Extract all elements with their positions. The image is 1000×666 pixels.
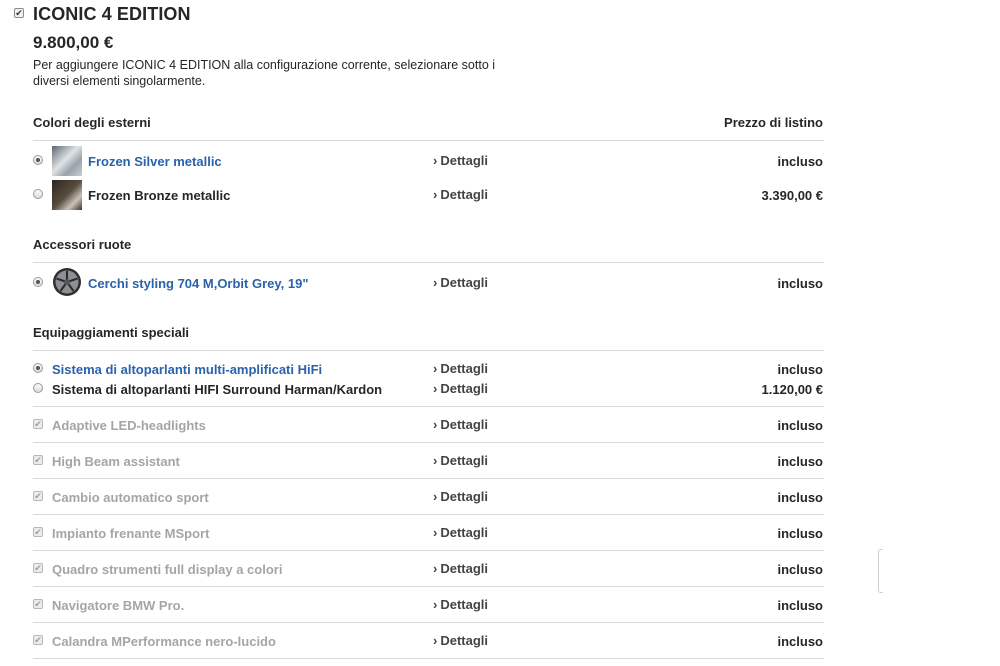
option-price: incluso [777,454,823,469]
checkmark-icon: ✔ [33,599,43,609]
section-title-exterior: Colori degli esterni [33,115,151,130]
radio-wheel-704m[interactable] [33,277,43,287]
chevron-right-icon: › [433,525,438,540]
divider [33,622,824,623]
package-description: Per aggiungere ICONIC 4 EDITION alla con… [33,58,496,88]
chevron-right-icon: › [433,633,438,648]
package-checkbox[interactable]: ✔ [14,8,24,18]
divider [33,350,824,351]
details-link[interactable]: › Dettagli [433,453,488,468]
option-mperformance-grille: Calandra MPerformance nero-lucido [52,634,276,649]
chevron-right-icon: › [433,153,438,168]
checkmark-icon: ✔ [33,635,43,645]
divider [33,586,824,587]
checkmark-icon: ✔ [33,455,43,465]
chevron-right-icon: › [433,417,438,432]
option-price: incluso [777,276,823,291]
option-full-display: Quadro strumenti full display a colori [52,562,283,577]
radio-harman-kardon[interactable] [33,383,43,393]
checkmark-icon: ✔ [33,491,43,501]
bronze-paint-swatch [52,180,82,210]
details-link[interactable]: › Dettagli [433,525,488,540]
details-link[interactable]: › Dettagli [433,361,488,376]
option-hifi[interactable]: Sistema di altoparlanti multi-amplificat… [52,362,322,377]
divider [33,514,824,515]
package-title: ICONIC 4 EDITION [33,4,191,24]
option-price: incluso [777,362,823,377]
silver-paint-swatch [52,146,82,176]
divider [33,406,824,407]
chevron-right-icon: › [433,361,438,376]
chevron-right-icon: › [433,187,438,202]
option-auto-gearbox: Cambio automatico sport [52,490,209,505]
divider [33,262,824,263]
checkmark-icon: ✔ [33,527,43,537]
option-msport-brakes: Impianto frenante MSport [52,526,210,541]
side-panel-handle[interactable] [878,549,883,593]
details-link[interactable]: › Dettagli [433,381,488,396]
option-harman-kardon[interactable]: Sistema di altoparlanti HIFI Surround Ha… [52,382,382,397]
wheel-rim-icon [52,267,82,297]
option-price: 3.390,00 € [761,188,823,203]
option-price: incluso [777,562,823,577]
chevron-right-icon: › [433,381,438,396]
details-link[interactable]: › Dettagli [433,417,488,432]
option-adaptive-led: Adaptive LED-headlights [52,418,206,433]
option-price: incluso [777,634,823,649]
option-price: incluso [777,598,823,613]
details-link[interactable]: › Dettagli [433,597,488,612]
chevron-right-icon: › [433,597,438,612]
option-frozen-silver[interactable]: Frozen Silver metallic [88,154,222,169]
option-frozen-bronze[interactable]: Frozen Bronze metallic [88,188,230,203]
radio-frozen-silver[interactable] [33,155,43,165]
details-link[interactable]: › Dettagli [433,633,488,648]
details-link[interactable]: › Dettagli [433,561,488,576]
divider [33,442,824,443]
option-navigation-pro: Navigatore BMW Pro. [52,598,185,613]
chevron-right-icon: › [433,561,438,576]
divider [33,550,824,551]
divider [33,658,824,659]
details-link[interactable]: › Dettagli [433,153,488,168]
divider [33,478,824,479]
option-price: incluso [777,418,823,433]
details-link[interactable]: › Dettagli [433,489,488,504]
option-price: 1.120,00 € [761,382,823,397]
checkmark-icon: ✔ [33,563,43,573]
section-title-wheels: Accessori ruote [33,237,132,252]
option-price: incluso [777,490,823,505]
details-link[interactable]: › Dettagli [433,187,488,202]
option-wheel-704m[interactable]: Cerchi styling 704 M,Orbit Grey, 19" [88,276,309,291]
option-price: incluso [777,154,823,169]
details-link[interactable]: › Dettagli [433,275,488,290]
chevron-right-icon: › [433,489,438,504]
divider [33,140,824,141]
option-high-beam: High Beam assistant [52,454,180,469]
section-title-special: Equipaggiamenti speciali [33,325,190,340]
checkmark-icon: ✔ [33,419,43,429]
radio-frozen-bronze[interactable] [33,189,43,199]
radio-hifi[interactable] [33,363,43,373]
option-price: incluso [777,526,823,541]
list-price-header: Prezzo di listino [724,115,823,130]
package-price: 9.800,00 € [33,33,114,52]
chevron-right-icon: › [433,453,438,468]
chevron-right-icon: › [433,275,438,290]
